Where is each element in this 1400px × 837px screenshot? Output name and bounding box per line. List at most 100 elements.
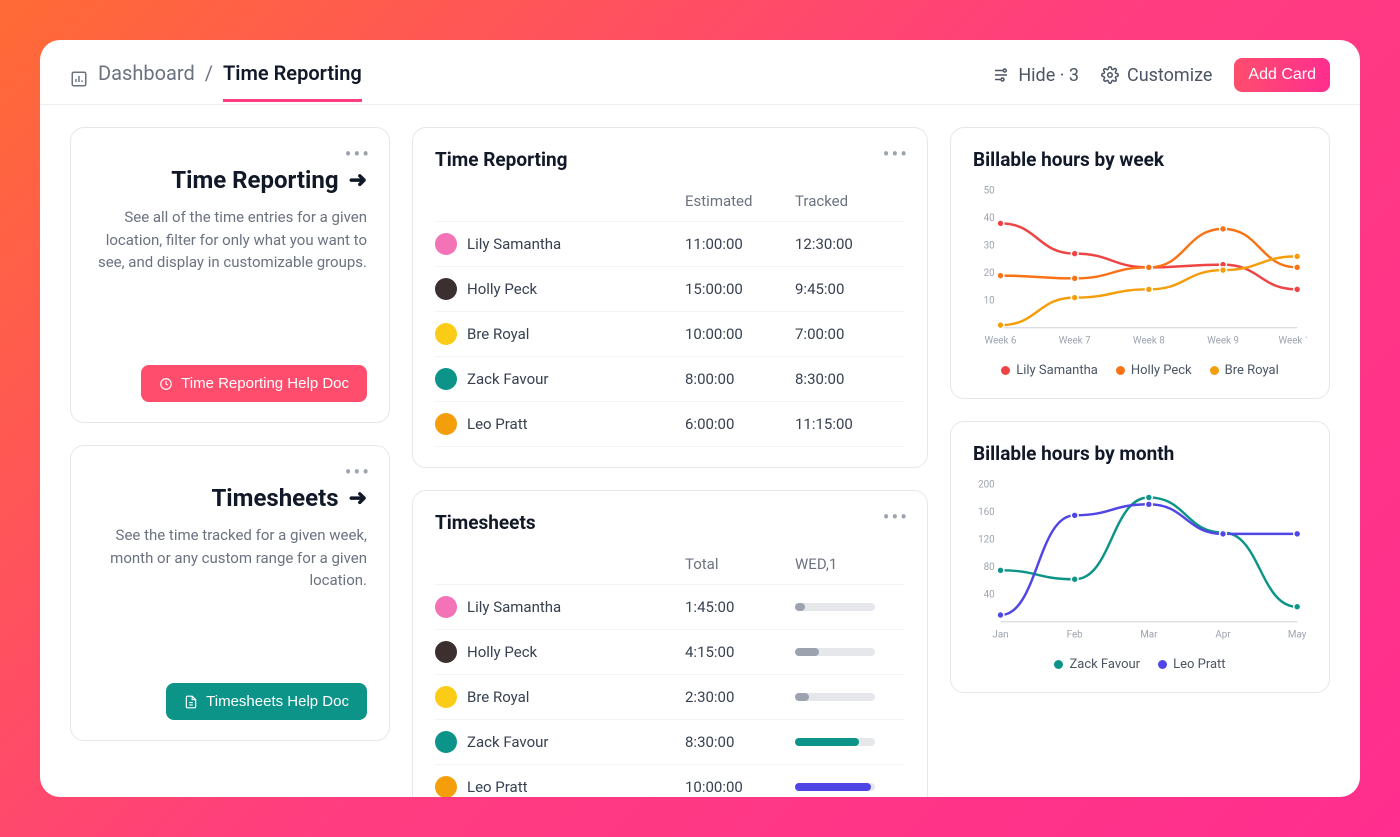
svg-text:40: 40	[984, 589, 995, 600]
table-row[interactable]: Holly Peck 4:15:00	[435, 630, 905, 675]
svg-text:Week 10: Week 10	[1278, 336, 1307, 347]
billable-by-week-card: Billable hours by week 1020304050Week 6W…	[950, 127, 1330, 399]
estimated-cell: 8:00:00	[685, 370, 795, 388]
card-title: Timesheets	[435, 511, 905, 534]
total-cell: 1:45:00	[685, 598, 795, 616]
legend-item: Zack Favour	[1054, 657, 1140, 672]
progress-bar	[795, 603, 875, 611]
breadcrumb-dashboard[interactable]: Dashboard	[98, 61, 195, 102]
svg-text:10: 10	[984, 295, 995, 306]
card-title: Time Reporting	[435, 148, 905, 171]
table-row[interactable]: Bre Royal 2:30:00	[435, 675, 905, 720]
table-header: Total WED,1	[435, 544, 905, 585]
person-name: Leo Pratt	[467, 778, 528, 796]
svg-text:Feb: Feb	[1067, 630, 1084, 641]
tracked-cell: 12:30:00	[795, 235, 905, 253]
person-name: Lily Samantha	[467, 598, 561, 616]
person-name: Bre Royal	[467, 325, 529, 343]
arrow-right-icon[interactable]: ➜	[349, 486, 367, 511]
time-reporting-table-card: ••• Time Reporting Estimated Tracked Lil…	[412, 127, 928, 468]
avatar	[435, 731, 457, 753]
card-desc: See all of the time entries for a given …	[93, 206, 367, 274]
total-cell: 10:00:00	[685, 778, 795, 796]
avatar	[435, 233, 457, 255]
svg-text:160: 160	[978, 507, 995, 518]
avatar	[435, 278, 457, 300]
timesheets-help-button[interactable]: Timesheets Help Doc	[166, 683, 367, 720]
tracked-cell: 8:30:00	[795, 370, 905, 388]
svg-text:40: 40	[984, 213, 995, 224]
breadcrumb-current[interactable]: Time Reporting	[223, 61, 362, 102]
total-cell: 4:15:00	[685, 643, 795, 661]
avatar	[435, 641, 457, 663]
add-card-button[interactable]: Add Card	[1234, 58, 1330, 92]
chart-title: Billable hours by month	[973, 442, 1307, 465]
total-cell: 8:30:00	[685, 733, 795, 751]
table-row[interactable]: Bre Royal 10:00:007:00:00	[435, 312, 905, 357]
estimated-cell: 15:00:00	[685, 280, 795, 298]
svg-text:Mar: Mar	[1140, 630, 1158, 641]
line-chart-week: 1020304050Week 6Week 7Week 8Week 9Week 1…	[973, 181, 1307, 351]
table-row[interactable]: Leo Pratt 10:00:00	[435, 765, 905, 797]
breadcrumb: Dashboard / Time Reporting	[70, 61, 362, 102]
progress-bar	[795, 738, 875, 746]
timesheets-info-card: ••• Timesheets ➜ See the time tracked fo…	[70, 445, 390, 741]
avatar	[435, 776, 457, 797]
arrow-right-icon[interactable]: ➜	[349, 168, 367, 193]
legend-item: Holly Peck	[1116, 363, 1192, 378]
card-title: Timesheets ➜	[93, 484, 367, 512]
card-title: Time Reporting ➜	[93, 166, 367, 194]
svg-text:Apr: Apr	[1215, 630, 1231, 641]
more-icon[interactable]: •••	[345, 142, 371, 166]
svg-text:Week 6: Week 6	[985, 336, 1017, 347]
chart-icon	[70, 69, 88, 93]
card-desc: See the time tracked for a given week, m…	[93, 524, 367, 592]
table-row[interactable]: Zack Favour8:00:008:30:00	[435, 357, 905, 402]
legend-item: Lily Samantha	[1001, 363, 1098, 378]
svg-text:30: 30	[984, 240, 995, 251]
avatar	[435, 413, 457, 435]
doc-icon	[184, 695, 198, 709]
svg-text:200: 200	[978, 479, 995, 490]
person-name: Holly Peck	[467, 643, 537, 661]
total-cell: 2:30:00	[685, 688, 795, 706]
table-row[interactable]: Holly Peck 15:00:009:45:00	[435, 267, 905, 312]
more-icon[interactable]: •••	[883, 142, 909, 166]
more-icon[interactable]: •••	[883, 505, 909, 529]
progress-bar	[795, 693, 875, 701]
estimated-cell: 10:00:00	[685, 325, 795, 343]
svg-text:80: 80	[984, 562, 995, 573]
line-chart-month: 4080120160200JanFebMarAprMay	[973, 475, 1307, 645]
person-name: Holly Peck	[467, 280, 537, 298]
table-row[interactable]: Zack Favour 8:30:00	[435, 720, 905, 765]
clock-icon	[159, 377, 173, 391]
table-row[interactable]: Lily Samantha 1:45:00	[435, 585, 905, 630]
estimated-cell: 11:00:00	[685, 235, 795, 253]
svg-text:Week 8: Week 8	[1133, 336, 1165, 347]
svg-text:120: 120	[978, 534, 995, 545]
gear-icon	[1101, 66, 1119, 84]
person-name: Leo Pratt	[467, 415, 528, 433]
time-reporting-help-button[interactable]: Time Reporting Help Doc	[141, 365, 367, 402]
hide-button[interactable]: Hide · 3	[992, 65, 1079, 86]
legend-item: Bre Royal	[1210, 363, 1279, 378]
person-name: Zack Favour	[467, 733, 548, 751]
more-icon[interactable]: •••	[345, 460, 371, 484]
legend-item: Leo Pratt	[1158, 657, 1225, 672]
tracked-cell: 9:45:00	[795, 280, 905, 298]
chart-legend: Lily Samantha Holly Peck Bre Royal	[973, 363, 1307, 378]
avatar	[435, 596, 457, 618]
svg-text:Week 7: Week 7	[1059, 336, 1091, 347]
avatar	[435, 368, 457, 390]
table-row[interactable]: Leo Pratt 6:00:0011:15:00	[435, 402, 905, 447]
table-row[interactable]: Lily Samantha11:00:0012:30:00	[435, 222, 905, 267]
billable-by-month-card: Billable hours by month 4080120160200Jan…	[950, 421, 1330, 693]
person-name: Bre Royal	[467, 688, 529, 706]
estimated-cell: 6:00:00	[685, 415, 795, 433]
customize-button[interactable]: Customize	[1101, 65, 1212, 86]
tracked-cell: 11:15:00	[795, 415, 905, 433]
timesheets-table-card: ••• Timesheets Total WED,1 Lily Samantha…	[412, 490, 928, 797]
tracked-cell: 7:00:00	[795, 325, 905, 343]
svg-text:Week 9: Week 9	[1207, 336, 1239, 347]
progress-bar	[795, 783, 875, 791]
